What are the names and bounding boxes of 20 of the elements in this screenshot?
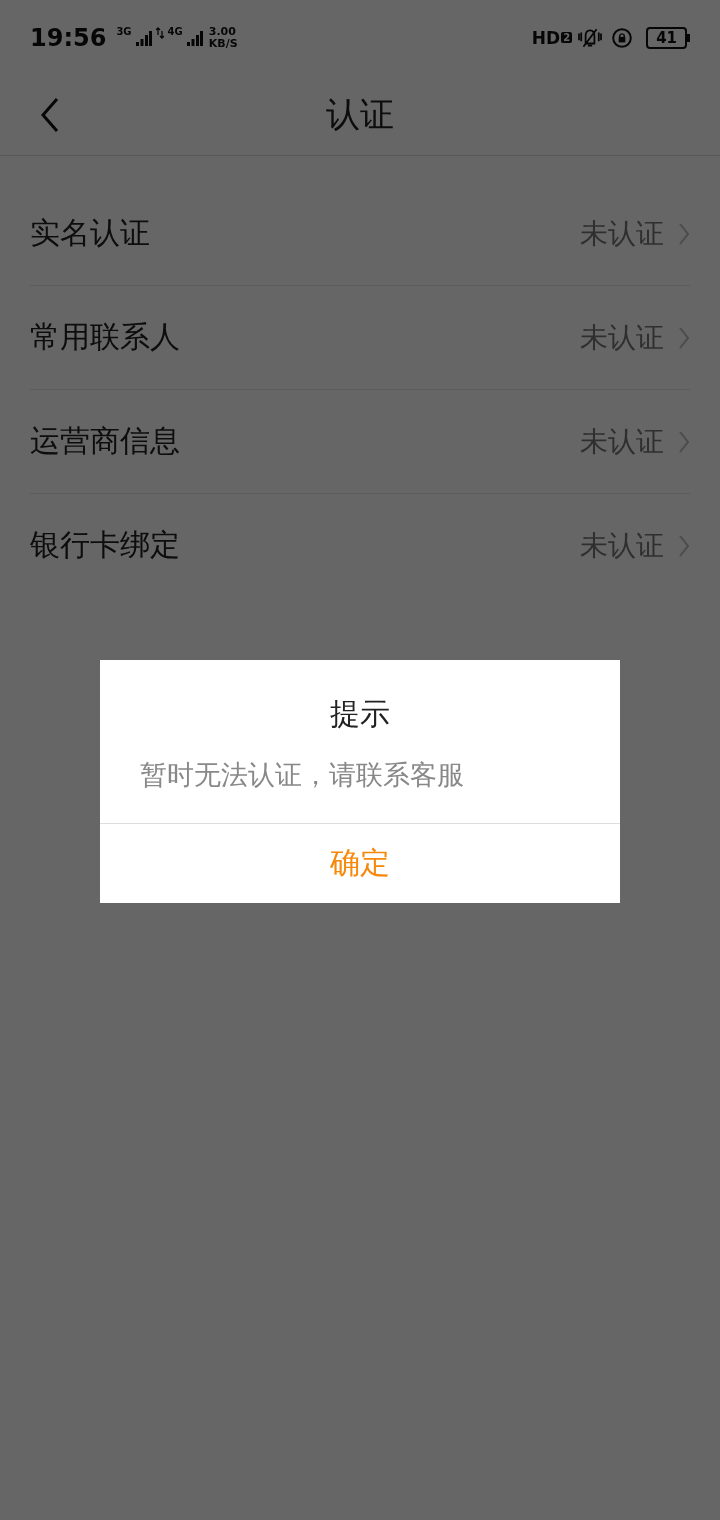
signal-icon bbox=[186, 29, 203, 46]
speed-value: 3.00 bbox=[208, 25, 237, 38]
dialog-title: 提示 bbox=[329, 695, 391, 733]
data-arrows-icon bbox=[155, 26, 164, 39]
hd-index: 2 bbox=[561, 32, 573, 43]
chevron-icon bbox=[678, 533, 690, 558]
speed-unit: KB/S bbox=[208, 37, 238, 50]
dialog-message: 暂时无法认证，请联系客服 bbox=[139, 758, 465, 792]
hd-label: HD bbox=[531, 27, 561, 48]
muted-bell-icon bbox=[576, 26, 605, 49]
status-time: 19:56 bbox=[30, 23, 107, 52]
network-label: 4G bbox=[167, 26, 183, 37]
network-label: 3G bbox=[116, 26, 132, 37]
chevron-icon bbox=[678, 429, 690, 454]
chevron-icon bbox=[678, 221, 690, 246]
page-title: 认证 bbox=[326, 93, 394, 136]
back-icon[interactable] bbox=[40, 97, 60, 133]
signal-icon bbox=[135, 29, 152, 46]
chevron-icon bbox=[678, 325, 690, 350]
battery-level: 41 bbox=[646, 26, 687, 49]
